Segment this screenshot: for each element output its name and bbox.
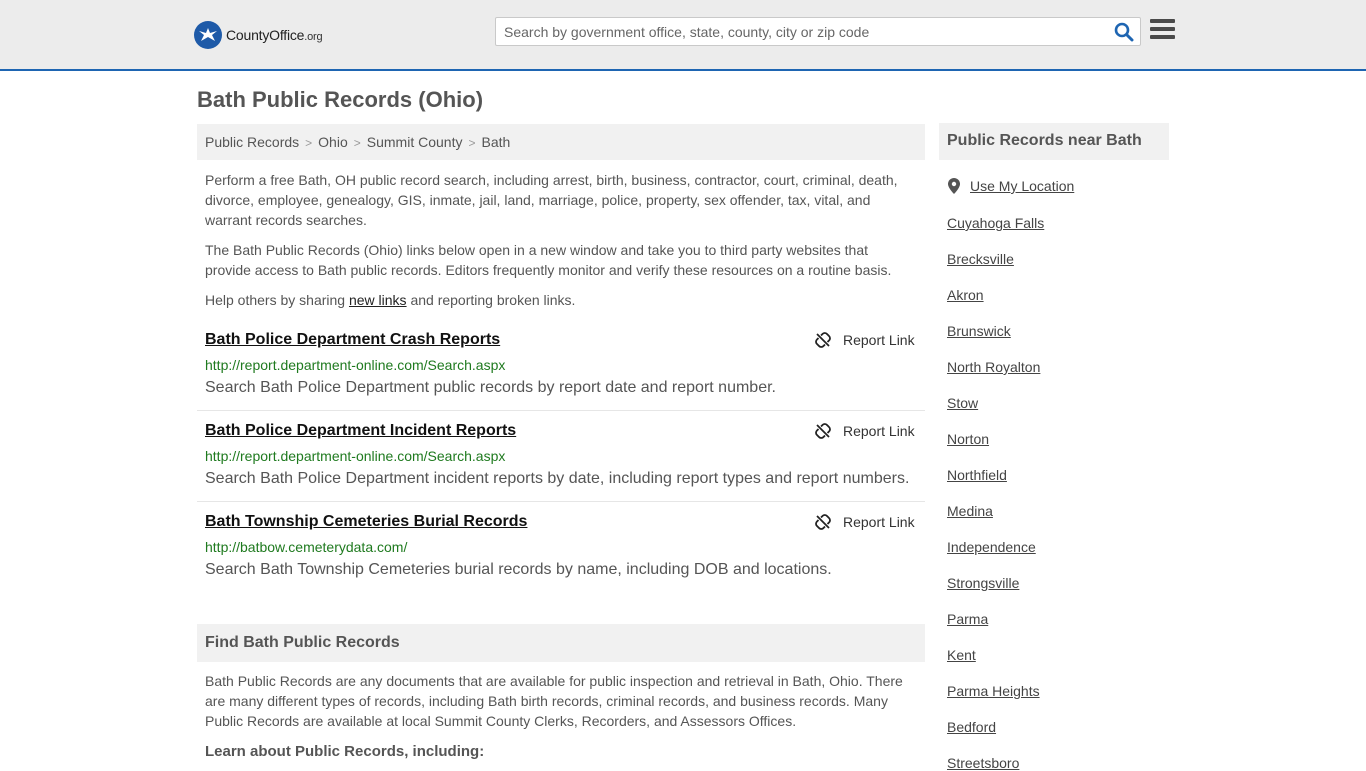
sidebar-city-link[interactable]: Bedford <box>947 719 996 735</box>
broken-link-icon <box>815 423 831 439</box>
sidebar-city-link[interactable]: Norton <box>947 431 989 447</box>
breadcrumb-ohio[interactable]: Ohio <box>318 134 348 150</box>
sidebar-city-link[interactable]: Streetsboro <box>947 755 1019 771</box>
sidebar-city-link[interactable]: Parma Heights <box>947 683 1040 699</box>
breadcrumb-public-records[interactable]: Public Records <box>205 134 299 150</box>
sidebar-city-link[interactable]: Brunswick <box>947 323 1011 339</box>
breadcrumb-separator-icon: > <box>353 136 361 150</box>
intro-help-text: Help others by sharing <box>205 292 349 308</box>
record-description: Search Bath Police Department public rec… <box>205 379 776 396</box>
sidebar-city-link[interactable]: Parma <box>947 611 988 627</box>
site-logo[interactable]: CountyOffice.org <box>194 20 323 50</box>
logo-tld: .org <box>304 31 323 43</box>
search-icon[interactable] <box>1114 22 1134 42</box>
report-link-button[interactable]: Report Link <box>815 514 915 530</box>
logo-seal-icon <box>194 21 222 49</box>
sidebar-city-link[interactable]: Stow <box>947 395 978 411</box>
find-records-text: Bath Public Records are any documents th… <box>205 673 903 729</box>
record-url: http://batbow.cemeterydata.com/ <box>205 539 408 555</box>
logo-main: CountyOffice <box>226 27 305 43</box>
record-description: Search Bath Township Cemeteries burial r… <box>205 561 832 578</box>
breadcrumb-separator-icon: > <box>468 136 476 150</box>
record-divider <box>197 501 925 502</box>
intro-paragraph-3: Help others by sharing new links and rep… <box>205 290 917 310</box>
intro-help-text-end: and reporting broken links. <box>406 292 576 308</box>
location-pin-icon <box>948 178 960 194</box>
hamburger-menu-icon[interactable] <box>1150 19 1175 43</box>
intro-paragraph-1: Perform a free Bath, OH public record se… <box>205 172 898 228</box>
find-records-heading: Find Bath Public Records <box>197 624 925 662</box>
report-link-button[interactable]: Report Link <box>815 423 915 439</box>
sidebar-city-link[interactable]: Independence <box>947 539 1036 555</box>
record-divider <box>197 410 925 411</box>
record-description: Search Bath Police Department incident r… <box>205 470 910 487</box>
sidebar-city-link[interactable]: Brecksville <box>947 251 1014 267</box>
sidebar-city-link[interactable]: North Royalton <box>947 359 1040 375</box>
report-link-label: Report Link <box>843 514 915 530</box>
sidebar-city-link[interactable]: Medina <box>947 503 993 519</box>
search-box <box>495 17 1141 46</box>
sidebar-heading: Public Records near Bath <box>939 123 1169 160</box>
record-title-link[interactable]: Bath Township Cemeteries Burial Records <box>205 513 527 531</box>
sidebar-city-link[interactable]: Cuyahoga Falls <box>947 215 1044 231</box>
record-url: http://report.department-online.com/Sear… <box>205 448 506 464</box>
report-link-label: Report Link <box>843 423 915 439</box>
sidebar-city-link[interactable]: Akron <box>947 287 984 303</box>
broken-link-icon <box>815 514 831 530</box>
use-my-location-label: Use My Location <box>970 178 1075 194</box>
sidebar-city-link[interactable]: Strongsville <box>947 575 1019 591</box>
breadcrumb-bath[interactable]: Bath <box>481 134 510 150</box>
record-url: http://report.department-online.com/Sear… <box>205 357 506 373</box>
page-title: Bath Public Records (Ohio) <box>197 87 484 112</box>
site-header: CountyOffice.org <box>0 0 1366 71</box>
breadcrumb-summit-county[interactable]: Summit County <box>367 134 463 150</box>
search-input[interactable] <box>496 18 1096 45</box>
record-title-link[interactable]: Bath Police Department Crash Reports <box>205 331 500 349</box>
use-my-location-link[interactable]: Use My Location <box>948 178 1074 194</box>
broken-link-icon <box>815 332 831 348</box>
breadcrumb: Public Records > Ohio > Summit County > Bath <box>197 124 925 160</box>
sidebar-city-link[interactable]: Kent <box>947 647 976 663</box>
report-link-button[interactable]: Report Link <box>815 332 915 348</box>
breadcrumb-separator-icon: > <box>305 136 313 150</box>
new-links-link[interactable]: new links <box>349 292 407 308</box>
intro-paragraph-2: The Bath Public Records (Ohio) links bel… <box>205 242 892 278</box>
sidebar-city-link[interactable]: Northfield <box>947 467 1007 483</box>
logo-text: CountyOffice.org <box>226 27 323 43</box>
report-link-label: Report Link <box>843 332 915 348</box>
learn-heading: Learn about Public Records, including: <box>205 743 485 760</box>
record-title-link[interactable]: Bath Police Department Incident Reports <box>205 422 516 440</box>
